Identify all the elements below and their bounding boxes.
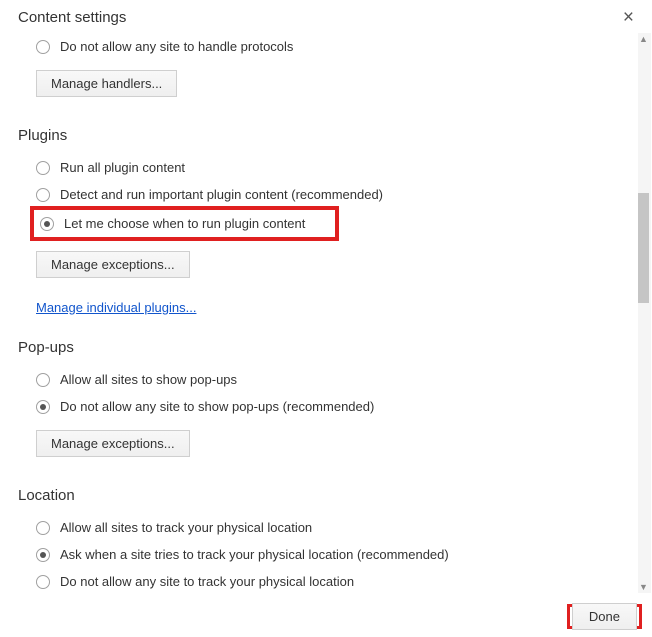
option-label: Do not allow any site to track your phys… — [60, 574, 354, 589]
radio-icon[interactable] — [36, 161, 50, 175]
radio-icon[interactable] — [36, 521, 50, 535]
protocols-option-block[interactable]: Do not allow any site to handle protocol… — [18, 33, 638, 60]
radio-icon[interactable] — [36, 188, 50, 202]
plugins-option-run-all[interactable]: Run all plugin content — [18, 154, 638, 181]
popups-option-block[interactable]: Do not allow any site to show pop-ups (r… — [18, 393, 638, 420]
option-label: Do not allow any site to show pop-ups (r… — [60, 399, 374, 414]
scroll-up-icon[interactable]: ▲ — [638, 33, 649, 45]
location-option-block[interactable]: Do not allow any site to track your phys… — [18, 568, 638, 593]
option-label: Detect and run important plugin content … — [60, 187, 383, 202]
scrollbar-thumb[interactable] — [638, 193, 649, 303]
manage-handlers-button[interactable]: Manage handlers... — [36, 70, 177, 97]
close-icon[interactable]: × — [623, 8, 634, 27]
manage-individual-plugins-link[interactable]: Manage individual plugins... — [36, 300, 196, 315]
radio-icon[interactable] — [36, 373, 50, 387]
option-label: Run all plugin content — [60, 160, 185, 175]
option-label: Ask when a site tries to track your phys… — [60, 547, 449, 562]
popups-option-allow[interactable]: Allow all sites to show pop-ups — [18, 366, 638, 393]
location-option-allow[interactable]: Allow all sites to track your physical l… — [18, 514, 638, 541]
popups-section-title: Pop-ups — [18, 339, 638, 356]
location-option-ask[interactable]: Ask when a site tries to track your phys… — [18, 541, 638, 568]
option-label: Do not allow any site to handle protocol… — [60, 39, 293, 54]
radio-icon[interactable] — [36, 575, 50, 589]
done-button-highlight: Done — [567, 604, 642, 629]
popups-manage-exceptions-button[interactable]: Manage exceptions... — [36, 430, 190, 457]
plugins-manage-exceptions-button[interactable]: Manage exceptions... — [36, 251, 190, 278]
done-button[interactable]: Done — [572, 603, 637, 630]
content-scroll-area: Do not allow any site to handle protocol… — [0, 33, 652, 593]
radio-icon[interactable] — [40, 217, 54, 231]
radio-icon[interactable] — [36, 40, 50, 54]
radio-icon[interactable] — [36, 548, 50, 562]
option-label: Allow all sites to track your physical l… — [60, 520, 312, 535]
radio-icon[interactable] — [36, 400, 50, 414]
dialog-header: Content settings × — [0, 0, 652, 33]
option-label: Allow all sites to show pop-ups — [60, 372, 237, 387]
plugins-option-detect[interactable]: Detect and run important plugin content … — [18, 181, 638, 208]
plugins-option-choose-highlighted[interactable]: Let me choose when to run plugin content — [30, 206, 339, 241]
location-section-title: Location — [18, 487, 638, 504]
dialog-title: Content settings — [18, 9, 126, 26]
scrollbar-track[interactable]: ▲ ▼ — [638, 33, 651, 593]
option-label: Let me choose when to run plugin content — [64, 216, 305, 231]
dialog-footer: Done — [0, 595, 652, 637]
plugins-section-title: Plugins — [18, 127, 638, 144]
scroll-down-icon[interactable]: ▼ — [638, 581, 649, 593]
